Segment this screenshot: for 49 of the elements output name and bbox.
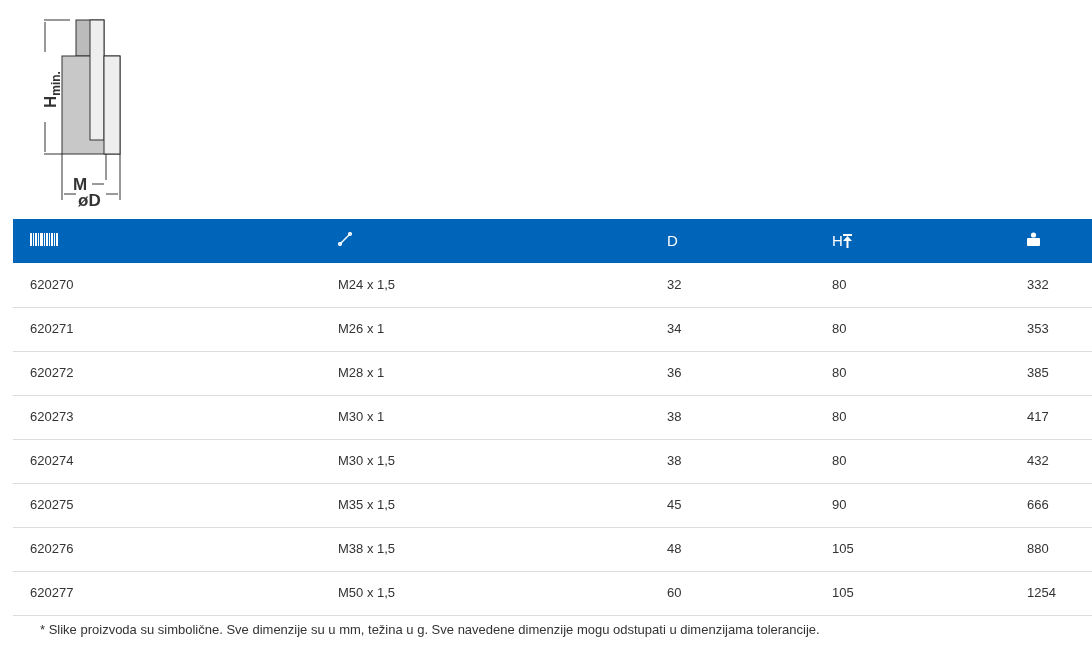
table-cell: M35 x 1,5: [338, 497, 396, 513]
table-cell: 620272: [30, 365, 74, 381]
table-cell: 620271: [30, 321, 74, 337]
table-cell: 80: [832, 453, 847, 469]
barcode-icon: [30, 232, 58, 246]
table-cell: 666: [1027, 497, 1049, 513]
table-cell: 620275: [30, 497, 74, 513]
table-cell: 620270: [30, 277, 74, 292]
table-cell: 620276: [30, 541, 74, 557]
table-cell: M28 x 1: [338, 365, 385, 381]
table-cell: 80: [832, 409, 847, 425]
thread-label: M: [73, 175, 88, 194]
table-cell: 38: [667, 409, 682, 425]
table-cell: 620277: [30, 585, 74, 601]
column-header: D: [667, 230, 678, 251]
table-cell: M26 x 1: [338, 321, 385, 337]
table-cell: 38: [667, 453, 682, 469]
table-cell: M50 x 1,5: [338, 585, 396, 601]
table-cell: M30 x 1: [338, 409, 385, 425]
table-cell: 48: [667, 541, 682, 557]
diameter-label: øD: [78, 191, 101, 207]
footnote: * Slike proizvoda su simbolične. Sve dimenzije su u mm, težina u g. Sve navedene dimenzije mogu odstupati u dimenzijama tolerancije.: [40, 621, 820, 637]
table-cell: 620273: [30, 409, 74, 425]
table-cell: 332: [1027, 277, 1049, 292]
table-cell: 80: [832, 365, 847, 381]
wrench-icon: [338, 231, 352, 246]
table-cell: M24 x 1,5: [338, 277, 396, 292]
table-cell: 60: [667, 585, 682, 601]
table-cell: 80: [832, 321, 847, 337]
table-cell: 105: [832, 585, 854, 601]
table-cell: 432: [1027, 453, 1049, 469]
table-cell: 417: [1027, 409, 1049, 425]
table-cell: 80: [832, 277, 847, 292]
table-cell: 45: [667, 497, 682, 513]
table-cell: 105: [832, 541, 854, 557]
table-cell: 34: [667, 321, 682, 337]
table-cell: 880: [1027, 541, 1049, 557]
up-arrow-icon: [842, 234, 852, 248]
table-cell: 32: [667, 277, 682, 292]
table-cell: 90: [832, 497, 847, 513]
table-cell: M30 x 1,5: [338, 453, 396, 469]
table-cell: 620274: [30, 453, 74, 469]
table-cell: 1254: [1027, 585, 1056, 601]
table-cell: 36: [667, 365, 682, 381]
table-cell: 353: [1027, 321, 1049, 337]
weight-icon: [1027, 231, 1040, 246]
table-cell: M38 x 1,5: [338, 541, 396, 557]
column-header: H: [832, 230, 843, 251]
table-cell: 385: [1027, 365, 1049, 381]
